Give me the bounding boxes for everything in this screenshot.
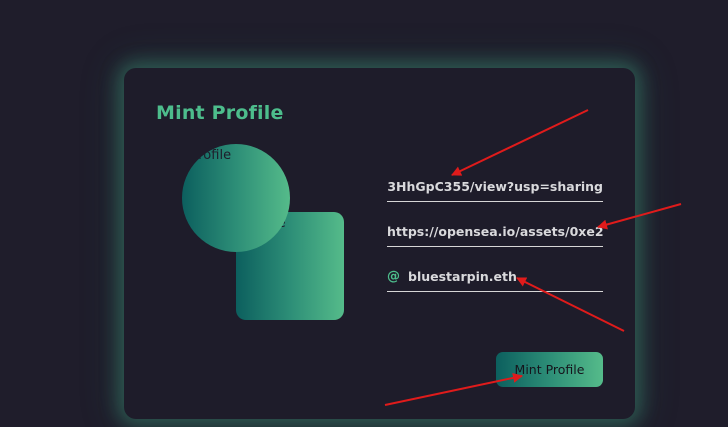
- avatar-preview-label: profile: [190, 148, 232, 163]
- ens-name-field: @: [387, 261, 603, 292]
- mint-profile-card: Mint Profile le profile @ Mint Profile: [124, 68, 635, 419]
- image-url-input[interactable]: [387, 178, 603, 194]
- page: Mint Profile le profile @ Mint Profile: [0, 0, 728, 427]
- profile-avatar-preview: profile: [182, 144, 290, 252]
- at-sign-icon: @: [387, 268, 400, 284]
- ens-name-input[interactable]: [408, 268, 603, 284]
- card-title: Mint Profile: [156, 102, 284, 124]
- nft-url-field: [387, 216, 603, 247]
- image-url-field: [387, 171, 603, 202]
- mint-profile-button[interactable]: Mint Profile: [496, 352, 603, 387]
- nft-url-input[interactable]: [387, 223, 603, 239]
